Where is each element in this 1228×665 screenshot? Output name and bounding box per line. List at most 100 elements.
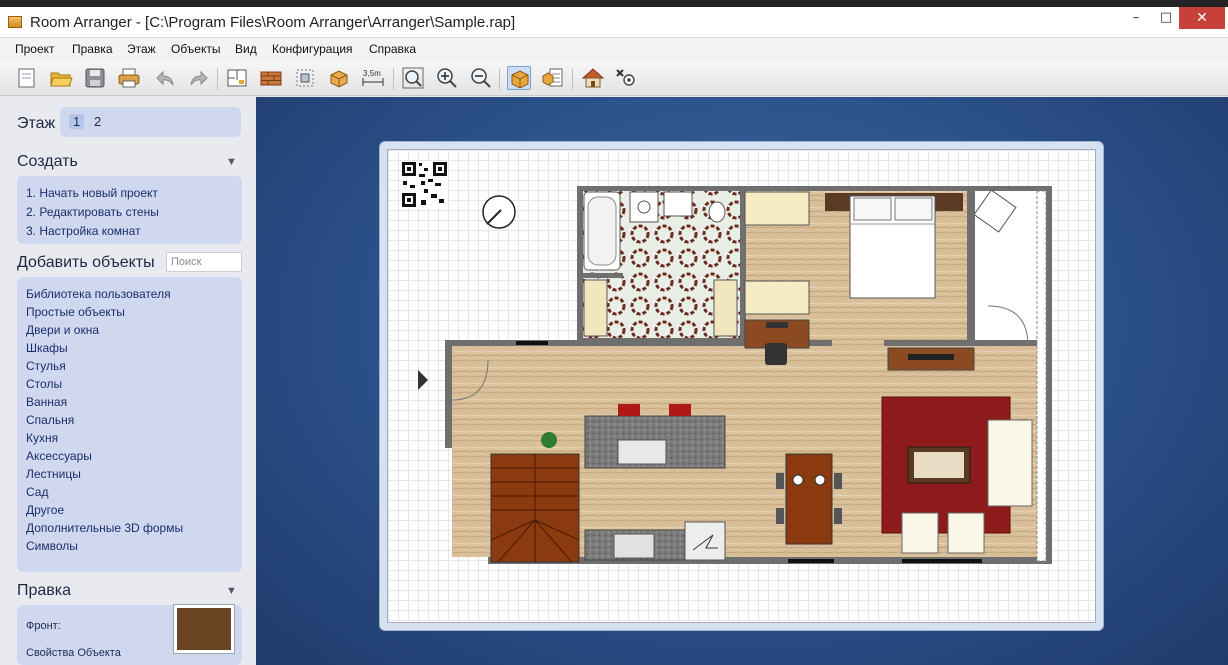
toolbar-separator bbox=[499, 68, 500, 90]
create-collapse-icon[interactable]: ▼ bbox=[226, 156, 237, 168]
dining-table bbox=[776, 453, 842, 545]
floor-tab-2[interactable]: 2 bbox=[90, 114, 105, 129]
double-sink bbox=[663, 191, 693, 217]
toolbar: 3,5m bbox=[0, 60, 1228, 96]
menu-edit[interactable]: Правка bbox=[72, 42, 113, 56]
bath-cabinet bbox=[583, 279, 608, 337]
category-garden[interactable]: Сад bbox=[26, 485, 48, 499]
partition-wall bbox=[583, 273, 623, 278]
window-strip bbox=[1036, 190, 1047, 562]
category-bedroom[interactable]: Спальня bbox=[26, 413, 74, 427]
closet bbox=[744, 280, 810, 315]
add-objects-title: Добавить объекты bbox=[17, 254, 155, 271]
category-tables[interactable]: Столы bbox=[26, 377, 62, 391]
category-user-library[interactable]: Библиотека пользователя bbox=[26, 287, 171, 301]
bar-stool bbox=[618, 404, 640, 416]
menu-view[interactable]: Вид bbox=[235, 42, 257, 56]
category-doors-windows[interactable]: Двери и окна bbox=[26, 323, 99, 337]
settings-icon[interactable] bbox=[615, 66, 639, 90]
measure-label: 3,5m bbox=[363, 69, 381, 78]
category-symbols[interactable]: Символы bbox=[26, 539, 78, 553]
qr-code bbox=[401, 161, 448, 208]
app-icon bbox=[8, 16, 22, 28]
plan-sheet-frame bbox=[379, 141, 1104, 631]
menu-help[interactable]: Справка bbox=[369, 42, 416, 56]
create-new-project-link[interactable]: 1. Начать новый проект bbox=[26, 186, 158, 200]
maximize-button[interactable]: □ bbox=[1155, 7, 1177, 29]
partition-wall bbox=[884, 340, 1049, 346]
front-color-label: Фронт: bbox=[26, 620, 61, 632]
sofa bbox=[987, 419, 1033, 507]
front-color-swatch[interactable] bbox=[174, 605, 234, 653]
bathtub bbox=[583, 191, 621, 271]
top-strip bbox=[0, 0, 1228, 7]
bath-cabinet bbox=[713, 279, 738, 337]
minimize-button[interactable]: – bbox=[1125, 7, 1147, 29]
title-bar: Room Arranger - [C:\Program Files\Room A… bbox=[0, 7, 1228, 38]
close-button[interactable]: ✕ bbox=[1179, 7, 1225, 29]
bathroom-sink bbox=[629, 191, 659, 223]
category-stairs[interactable]: Лестницы bbox=[26, 467, 81, 481]
zoom-out-icon[interactable] bbox=[469, 66, 493, 90]
edit-section-title[interactable]: Правка bbox=[17, 582, 71, 600]
floor-selector bbox=[60, 107, 241, 137]
window-title: Room Arranger - [C:\Program Files\Room A… bbox=[30, 14, 516, 31]
compass-icon bbox=[482, 195, 516, 229]
category-accessories[interactable]: Аксессуары bbox=[26, 449, 92, 463]
partition-wall bbox=[967, 191, 973, 346]
wall-icon[interactable] bbox=[259, 66, 283, 90]
office-chair bbox=[765, 343, 787, 365]
floor-plan[interactable] bbox=[388, 150, 1097, 624]
staircase bbox=[490, 453, 580, 563]
open-icon[interactable] bbox=[49, 66, 73, 90]
create-section-title[interactable]: Создать bbox=[17, 153, 78, 171]
category-3d-shapes[interactable]: Дополнительные 3D формы bbox=[26, 521, 183, 535]
menu-objects[interactable]: Объекты bbox=[171, 42, 221, 56]
toilet bbox=[708, 201, 726, 223]
category-cabinets[interactable]: Шкафы bbox=[26, 341, 68, 355]
select-icon[interactable] bbox=[293, 66, 317, 90]
toolbar-separator bbox=[217, 68, 218, 90]
category-bathroom[interactable]: Ванная bbox=[26, 395, 67, 409]
bar-stool bbox=[669, 404, 691, 416]
menu-configuration[interactable]: Конфигурация bbox=[272, 42, 353, 56]
floor-tab-1[interactable]: 1 bbox=[69, 114, 85, 129]
object-list-icon[interactable] bbox=[541, 66, 565, 90]
print-icon[interactable] bbox=[117, 66, 141, 90]
category-kitchen[interactable]: Кухня bbox=[26, 431, 58, 445]
category-other[interactable]: Другое bbox=[26, 503, 64, 517]
floor-plan-icon[interactable] bbox=[225, 66, 249, 90]
undo-icon[interactable] bbox=[153, 66, 177, 90]
redo-icon[interactable] bbox=[187, 66, 211, 90]
design-canvas[interactable] bbox=[256, 97, 1228, 665]
category-simple-objects[interactable]: Простые объекты bbox=[26, 305, 125, 319]
room-settings-link[interactable]: 3. Настройка комнат bbox=[26, 224, 141, 238]
toolbar-separator bbox=[572, 68, 573, 90]
sidebar: Этаж 1 2 Создать ▼ 1. Начать новый проек… bbox=[0, 97, 256, 665]
edit-walls-link[interactable]: 2. Редактировать стены bbox=[26, 205, 159, 219]
edit-collapse-icon[interactable]: ▼ bbox=[226, 585, 237, 597]
app-window: Room Arranger - [C:\Program Files\Room A… bbox=[0, 7, 1228, 665]
menu-project[interactable]: Проект bbox=[15, 42, 55, 56]
object-search-input[interactable]: Поиск bbox=[166, 252, 242, 272]
3d-view-icon[interactable] bbox=[581, 66, 605, 90]
menu-bar: Проект Правка Этаж Объекты Вид Конфигура… bbox=[0, 38, 1228, 60]
objects-icon[interactable] bbox=[327, 66, 351, 90]
kitchen-sink bbox=[617, 439, 667, 465]
3d-box-icon[interactable] bbox=[507, 66, 531, 90]
closet bbox=[744, 191, 810, 226]
measure-icon[interactable]: 3,5m bbox=[361, 66, 385, 90]
category-chairs[interactable]: Стулья bbox=[26, 359, 66, 373]
save-icon[interactable] bbox=[83, 66, 107, 90]
armchair bbox=[901, 512, 939, 554]
menu-floor[interactable]: Этаж bbox=[127, 42, 156, 56]
new-icon[interactable] bbox=[15, 66, 39, 90]
toolbar-separator bbox=[393, 68, 394, 90]
zoom-fit-icon[interactable] bbox=[401, 66, 425, 90]
stove bbox=[613, 533, 655, 559]
plan-sheet[interactable] bbox=[387, 149, 1096, 623]
object-properties-link[interactable]: Свойства Объекта bbox=[26, 647, 121, 659]
floor-label: Этаж bbox=[17, 115, 56, 132]
entrance-arrow-icon bbox=[418, 370, 428, 390]
zoom-in-icon[interactable] bbox=[435, 66, 459, 90]
